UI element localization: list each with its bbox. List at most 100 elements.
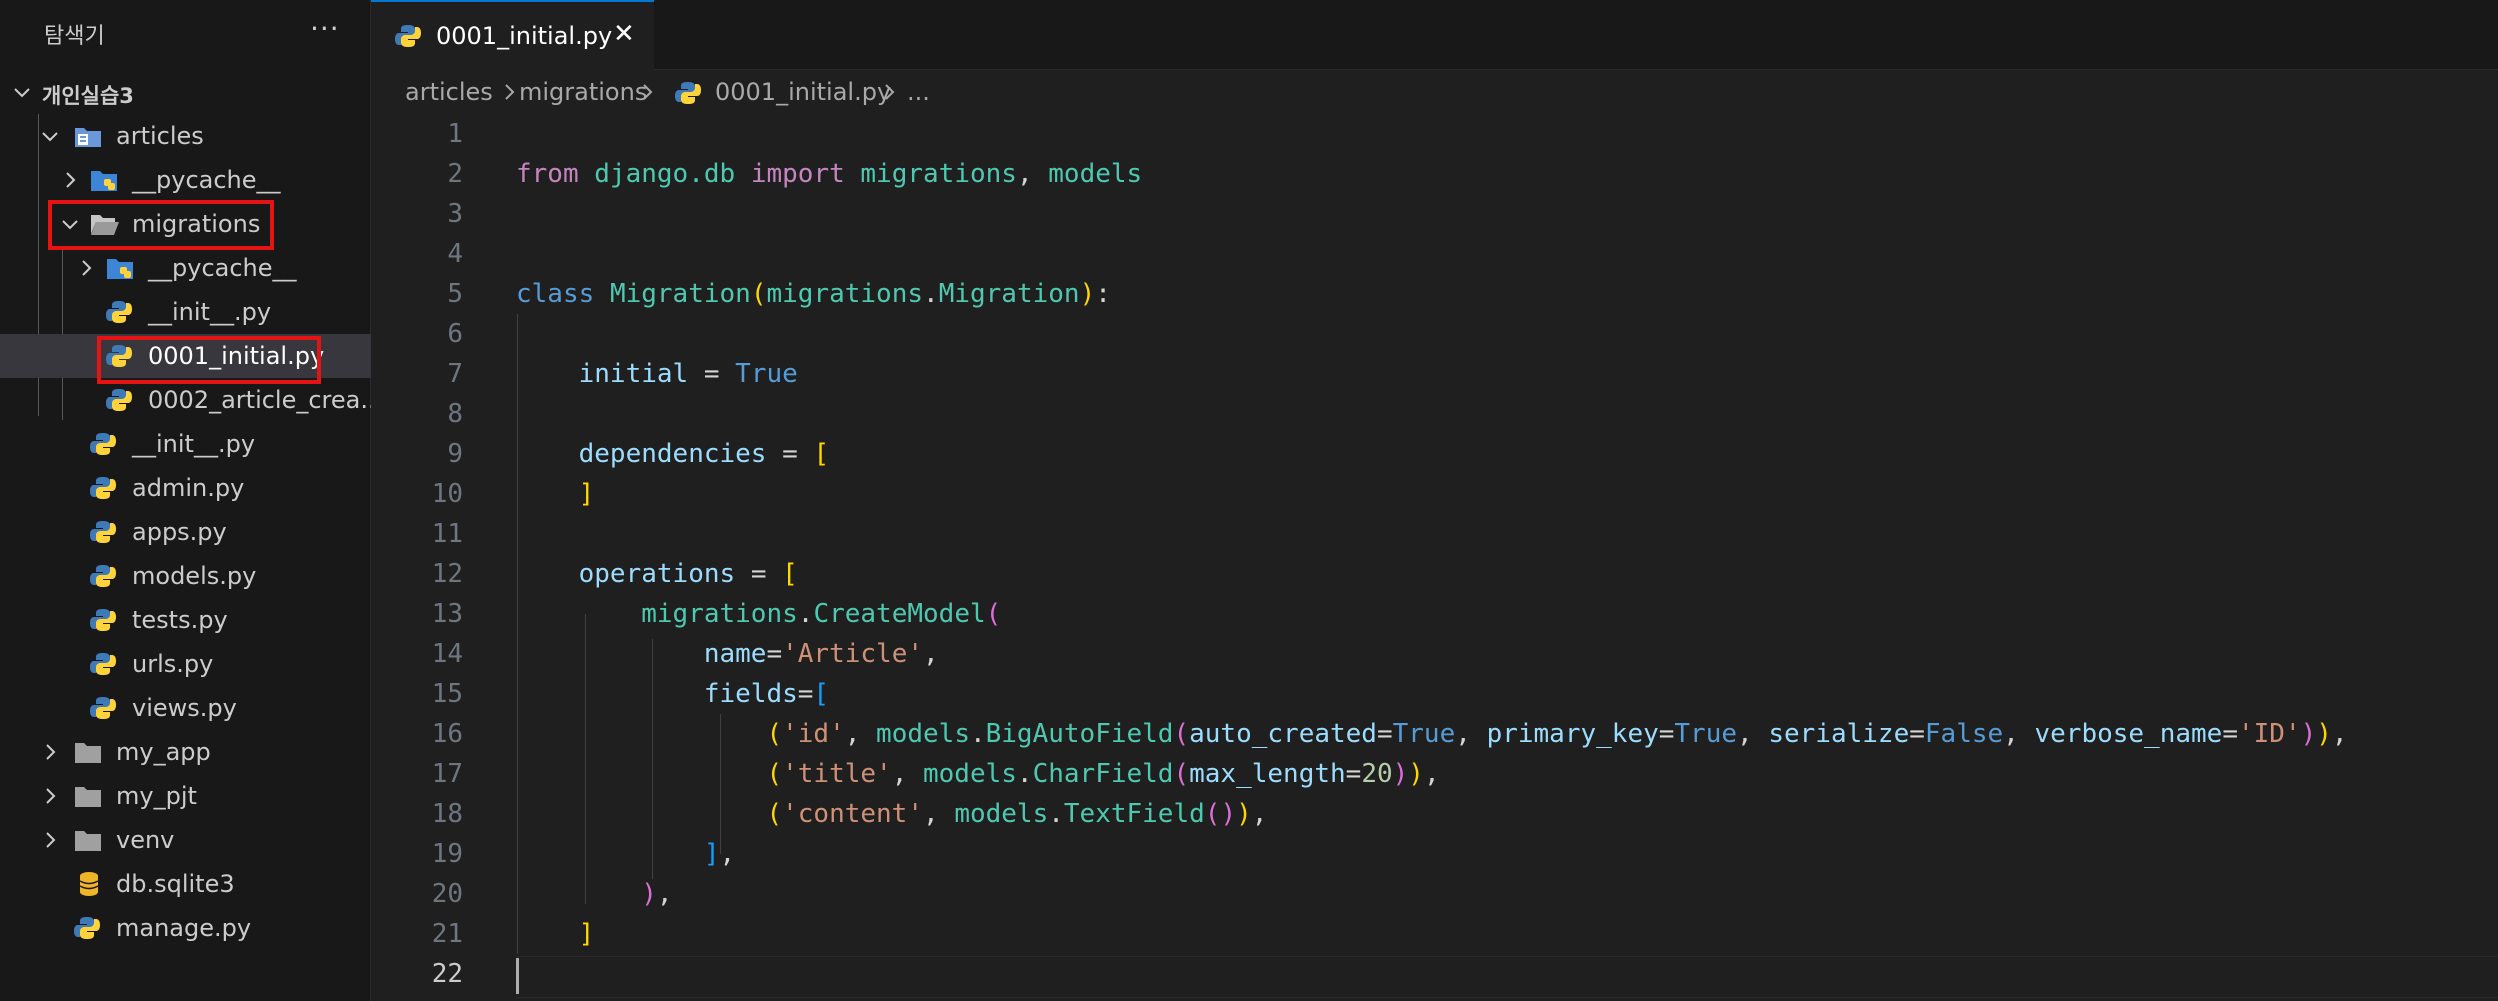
- close-icon[interactable]: ✕: [613, 19, 635, 49]
- tree-file-urls[interactable]: urls.py: [0, 642, 371, 686]
- code-editor[interactable]: 1 2 3 4 5 6 7 8 9 10 11 12 13 14 15 16 1…: [371, 114, 2498, 1001]
- code-token: ,: [2003, 719, 2035, 749]
- tree-file-0002-article[interactable]: 0002_article_crea...: [0, 378, 383, 422]
- tree-file-init[interactable]: __init__.py: [0, 422, 371, 466]
- editor-tab-bar: 0001_initial.py ✕: [371, 0, 2498, 70]
- chevron-right-icon: [58, 158, 80, 202]
- tree-root-folder[interactable]: 개인실습3: [0, 70, 371, 114]
- tree-file-db[interactable]: db.sqlite3: [0, 862, 371, 906]
- python-file-icon: [90, 475, 118, 501]
- tree-folder-pycache[interactable]: __pycache__: [0, 158, 371, 202]
- code-token: (: [985, 599, 1002, 629]
- code-token: :: [1095, 279, 1111, 309]
- code-token: dependencies: [578, 439, 767, 469]
- tree-item-label: models.py: [132, 562, 257, 590]
- tree-folder-my-pjt[interactable]: my_pjt: [0, 774, 371, 818]
- code-token: .: [797, 599, 814, 629]
- text-cursor: [516, 958, 519, 994]
- code-token: ]: [578, 919, 595, 949]
- code-token: .: [923, 279, 939, 309]
- line-number-current: 22: [431, 959, 463, 989]
- code-line-10: ]: [516, 479, 595, 509]
- code-token: ,: [923, 639, 939, 669]
- line-number: 12: [431, 559, 463, 589]
- tab-0001-initial[interactable]: 0001_initial.py ✕: [371, 0, 654, 70]
- line-number: 2: [447, 159, 463, 189]
- more-actions-icon[interactable]: ···: [310, 12, 340, 45]
- code-token: (: [1173, 759, 1190, 789]
- code-token: .: [1048, 799, 1064, 829]
- code-token: ): [1079, 279, 1096, 309]
- code-token: migrations: [641, 599, 798, 629]
- tree-file-init-migrations[interactable]: __init__.py: [0, 290, 371, 334]
- line-number: 5: [447, 279, 463, 309]
- code-token: auto_created: [1189, 719, 1377, 749]
- tree-item-label: views.py: [132, 694, 237, 722]
- line-number: 9: [447, 439, 463, 469]
- code-line-13: migrations.CreateModel(: [516, 599, 1001, 629]
- code-token: ): [1392, 759, 1409, 789]
- code-token: =: [2222, 719, 2238, 749]
- tree-file-models[interactable]: models.py: [0, 554, 371, 598]
- code-token: (: [766, 719, 783, 749]
- code-token: ): [641, 879, 657, 909]
- tree-item-label: articles: [116, 122, 204, 150]
- code-line-15: fields=[: [516, 679, 829, 709]
- tree-folder-venv[interactable]: venv: [0, 818, 371, 862]
- code-token: ]: [578, 479, 595, 509]
- chevron-right-icon: [74, 246, 96, 290]
- python-file-icon: [90, 519, 118, 545]
- code-token: 20: [1361, 759, 1393, 789]
- tree-file-manage[interactable]: manage.py: [0, 906, 371, 950]
- tree-file-tests[interactable]: tests.py: [0, 598, 371, 642]
- code-token: ,: [844, 719, 877, 749]
- line-number: 14: [431, 639, 463, 669]
- tree-item-label: __pycache__: [132, 166, 281, 194]
- line-number: 4: [447, 239, 463, 269]
- breadcrumb-item-symbol[interactable]: ...: [907, 78, 930, 106]
- code-token: False: [1924, 719, 2004, 749]
- python-file-icon: [90, 431, 118, 457]
- code-line-19: ],: [516, 839, 735, 869]
- line-number: 20: [431, 879, 463, 909]
- code-token: [: [813, 439, 830, 469]
- line-number: 13: [431, 599, 463, 629]
- code-token: serialize: [1768, 719, 1910, 749]
- code-token: (: [766, 799, 783, 829]
- code-token: ): [1236, 799, 1252, 829]
- line-number: 3: [447, 199, 463, 229]
- python-file-icon: [106, 387, 134, 413]
- line-number: 15: [431, 679, 463, 709]
- tree-folder-my-app[interactable]: my_app: [0, 730, 371, 774]
- code-token: (: [1173, 719, 1190, 749]
- breadcrumb-item-articles[interactable]: articles: [405, 78, 493, 106]
- code-token: models: [1048, 159, 1143, 189]
- breadcrumb-item-migrations[interactable]: migrations: [519, 78, 647, 106]
- line-number: 11: [431, 519, 463, 549]
- tree-item-label: 개인실습3: [42, 84, 134, 108]
- folder-python-icon: [90, 167, 118, 193]
- code-token: =: [1658, 719, 1675, 749]
- tree-file-apps[interactable]: apps.py: [0, 510, 371, 554]
- tree-item-label: urls.py: [132, 650, 214, 678]
- highlight-box-0001-initial: [97, 336, 321, 384]
- breadcrumb-item-file[interactable]: 0001_initial.py: [715, 78, 891, 106]
- vscode-window: 탐색기 ··· 개인실습3 articles __pycache__ migra…: [0, 0, 2498, 1001]
- code-token: ,: [1455, 719, 1487, 749]
- python-file-icon: [675, 80, 701, 112]
- code-token: verbose_name: [2034, 719, 2223, 749]
- code-token: ,: [1016, 159, 1049, 189]
- code-token: ,: [923, 799, 955, 829]
- tree-folder-pycache-migrations[interactable]: __pycache__: [0, 246, 371, 290]
- tree-file-admin[interactable]: admin.py: [0, 466, 371, 510]
- tree-file-views[interactable]: views.py: [0, 686, 371, 730]
- line-number: 8: [447, 399, 463, 429]
- code-token: (: [1204, 799, 1221, 829]
- code-token: BigAutoField: [985, 719, 1174, 749]
- code-token: .: [1016, 759, 1033, 789]
- code-token: [: [813, 679, 830, 709]
- code-token: =: [735, 559, 783, 589]
- tree-folder-articles[interactable]: articles: [0, 114, 371, 158]
- code-token: 'id': [782, 719, 845, 749]
- chevron-right-icon: [503, 80, 517, 110]
